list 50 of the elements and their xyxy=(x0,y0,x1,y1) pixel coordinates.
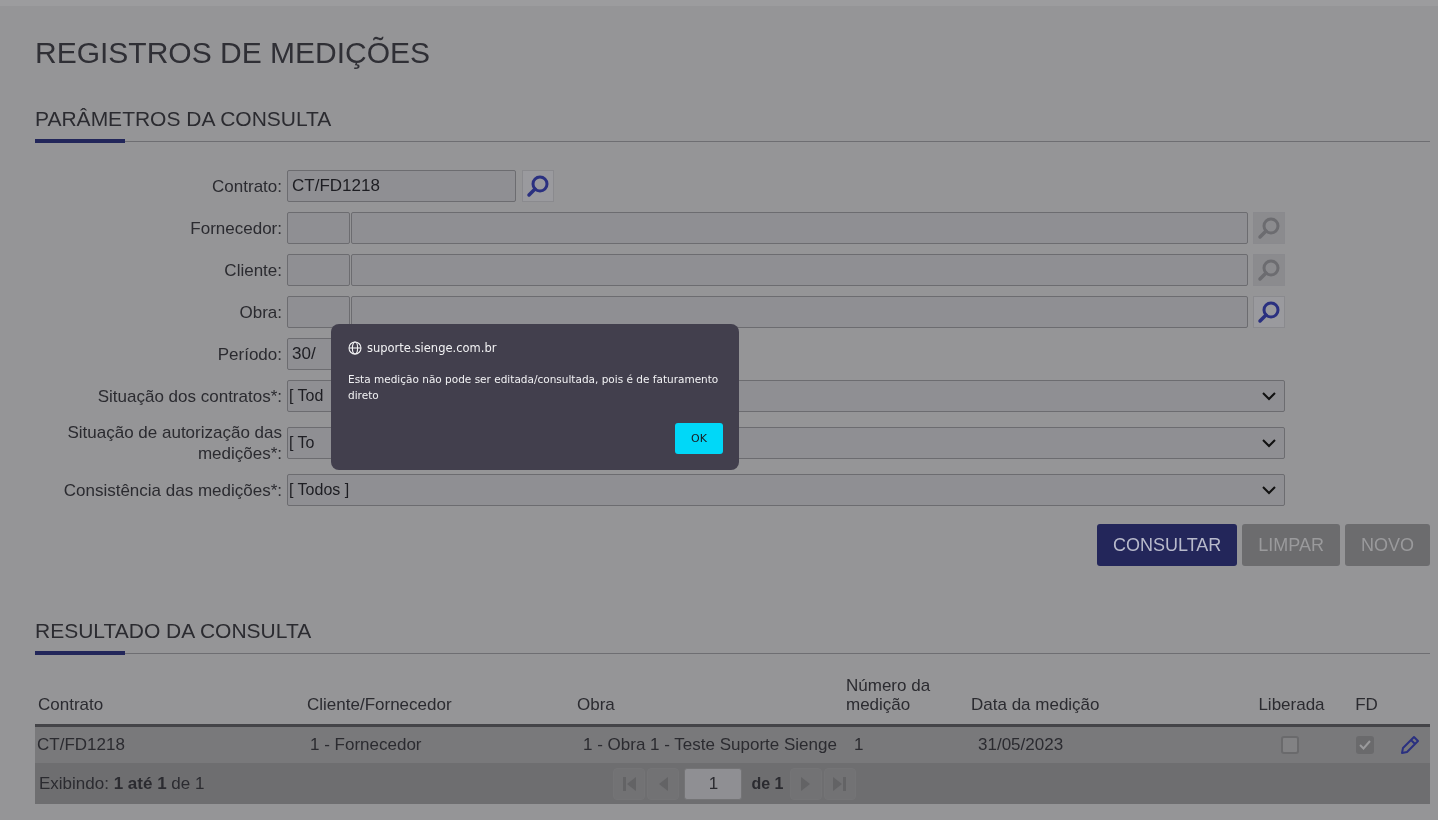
chevron-down-icon xyxy=(1262,438,1276,448)
field-label: Período: xyxy=(216,343,282,365)
code-field[interactable] xyxy=(287,296,350,328)
page-total: de 1 xyxy=(751,774,784,793)
contract-field[interactable]: CT/FD1218 xyxy=(287,170,516,202)
column-header: Liberada xyxy=(1257,695,1326,714)
select-field[interactable]: [ Todos ] xyxy=(287,474,1285,506)
page-number-field[interactable]: 1 xyxy=(684,767,743,800)
column-header: Data da medição xyxy=(970,695,1101,714)
section-heading: PARÂMETROS DA CONSULTA xyxy=(35,107,332,132)
field-label: Cliente: xyxy=(223,259,282,281)
field-label: Situação de autorização das medições*: xyxy=(66,422,282,464)
action-button[interactable]: CONSULTAR xyxy=(1096,524,1238,566)
column-header: Número da medição xyxy=(845,676,932,714)
name-field[interactable] xyxy=(351,296,1248,328)
checkbox[interactable] xyxy=(1356,736,1374,754)
ok-button[interactable]: OK xyxy=(675,423,723,454)
table-cell-text: CT/FD1218 xyxy=(36,735,126,755)
name-field[interactable] xyxy=(351,212,1248,244)
code-field[interactable] xyxy=(287,212,350,244)
field-label: Contrato: xyxy=(211,175,282,197)
table-cell-text: 1 - Fornecedor xyxy=(309,735,423,755)
search-icon xyxy=(1257,216,1281,240)
column-header: FD xyxy=(1354,695,1379,714)
results-summary: Exibindo: 1 até 1 de 1 xyxy=(39,773,206,794)
column-header: Cliente/Fornecedor xyxy=(306,695,453,714)
globe-icon xyxy=(348,341,362,355)
field-label: Situação dos contratos*: xyxy=(96,385,282,407)
dialog-origin: suporte.sienge.com.br xyxy=(367,341,497,355)
table-cell-text: 31/05/2023 xyxy=(977,735,1065,755)
edit-icon[interactable] xyxy=(1399,734,1421,756)
chevron-down-icon xyxy=(1262,485,1276,495)
column-header: Obra xyxy=(576,695,616,714)
table-cell-text: 1 xyxy=(853,735,865,755)
search-icon xyxy=(526,174,550,198)
chevron-down-icon xyxy=(1262,391,1276,401)
search-button[interactable] xyxy=(1253,296,1285,328)
page-title: REGISTROS DE MEDIÇÕES xyxy=(35,36,432,70)
section-heading: RESULTADO DA CONSULTA xyxy=(35,619,312,644)
field-label: Consistência das medições*: xyxy=(62,479,282,501)
table-cell-text: 1 - Obra 1 - Teste Suporte Sienge xyxy=(582,735,838,755)
search-icon xyxy=(1257,258,1281,282)
checkbox[interactable] xyxy=(1281,736,1299,754)
name-field[interactable] xyxy=(351,254,1248,286)
search-icon xyxy=(1257,300,1281,324)
code-field[interactable] xyxy=(287,254,350,286)
field-label: Obra: xyxy=(238,301,282,323)
search-button[interactable] xyxy=(522,170,554,202)
field-label: Fornecedor: xyxy=(189,217,282,239)
column-header: Contrato xyxy=(37,695,105,714)
